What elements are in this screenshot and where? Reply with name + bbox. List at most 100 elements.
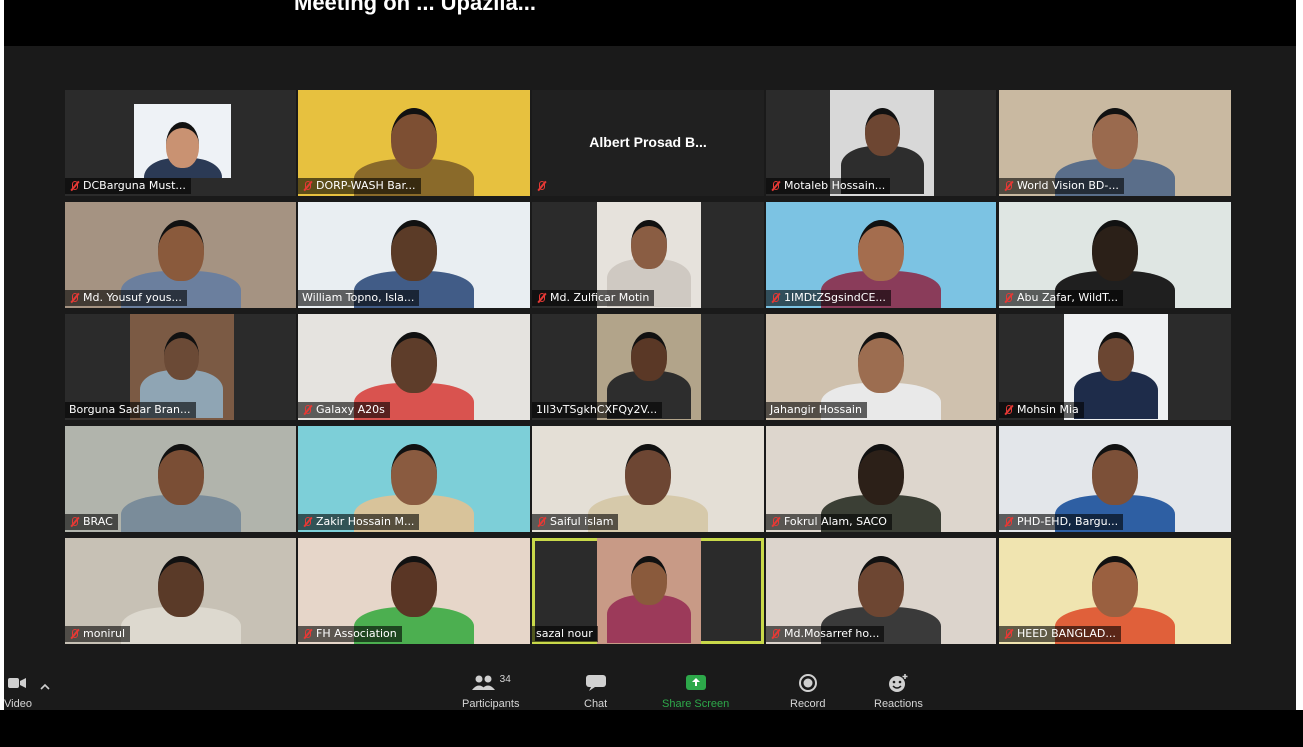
participant-tile[interactable]: Md.Mosarref ho... (766, 538, 996, 644)
participant-tile[interactable]: World Vision BD-... (999, 90, 1231, 196)
participant-tile[interactable]: Albert Prosad B... (532, 90, 764, 196)
mic-muted-icon (770, 628, 780, 640)
chat-button[interactable]: Chat (584, 673, 607, 710)
participant-tile[interactable]: FH Association (298, 538, 530, 644)
person-head (1092, 556, 1138, 618)
participant-name-tag: 1IMDtZSgsindCE... (766, 290, 891, 306)
participant-name-tag: monirul (65, 626, 131, 642)
participant-name-tag: Jahangir Hossain (766, 402, 867, 418)
participant-name: Saiful islam (550, 515, 614, 528)
bottom-black-bar (0, 710, 1303, 747)
record-icon (798, 673, 818, 693)
participant-tile[interactable]: William Topno, Isla... (298, 202, 530, 308)
person-head (157, 444, 204, 506)
participant-tile[interactable]: Borguna Sadar Bran... (65, 314, 296, 420)
person-head (858, 444, 904, 506)
mic-muted-icon (1003, 628, 1013, 640)
participant-name: PHD-EHD, Bargu... (1017, 515, 1119, 528)
participant-tile[interactable]: Md. Zulficar Motin (532, 202, 764, 308)
reactions-button[interactable]: Reactions (874, 673, 923, 710)
mic-muted-icon (302, 628, 312, 640)
participant-name: sazal nour (536, 627, 593, 640)
smiley-plus-icon (887, 673, 909, 693)
person-head (391, 332, 437, 394)
participant-name-tag: HEED BANGLAD... (999, 626, 1121, 642)
participant-name: Motaleb Hossain... (784, 179, 886, 192)
participant-tile[interactable]: DCBarguna Must... (65, 90, 296, 196)
participant-tile[interactable]: sazal nour (532, 538, 764, 644)
participant-tile[interactable]: Mohsin Mia (999, 314, 1231, 420)
record-button[interactable]: Record (790, 673, 825, 710)
video-camera-icon (7, 673, 28, 693)
participant-name: Borguna Sadar Bran... (69, 403, 191, 416)
participant-tile[interactable]: Zakir Hossain M... (298, 426, 530, 532)
participant-name-tag: Galaxy A20s (298, 402, 390, 418)
chat-bubble-icon (585, 673, 607, 693)
participant-tile[interactable]: DORP-WASH Bar... (298, 90, 530, 196)
participant-tile[interactable]: HEED BANGLAD... (999, 538, 1231, 644)
person-head (858, 220, 904, 282)
person-head (1092, 444, 1138, 506)
participant-tile[interactable]: Motaleb Hossain... (766, 90, 996, 196)
participant-name-tag: William Topno, Isla... (298, 290, 420, 306)
person-head (391, 108, 437, 170)
participant-name: HEED BANGLAD... (1017, 627, 1116, 640)
mic-muted-icon (1003, 404, 1013, 416)
participant-name: Md. Yousuf yous... (83, 291, 182, 304)
person-head (858, 332, 904, 394)
participant-name: BRAC (83, 515, 113, 528)
mic-muted-icon (302, 404, 312, 416)
person-head (858, 556, 904, 618)
participant-name: Abu Zafar, WildT... (1017, 291, 1119, 304)
video-options-chevron[interactable] (40, 677, 50, 697)
participant-name: 1IMDtZSgsindCE... (784, 291, 886, 304)
participant-name-tag: Fokrul Alam, SACO (766, 514, 892, 530)
video-label: Video (4, 698, 32, 710)
participants-button[interactable]: 34 Participants (462, 673, 520, 711)
participant-tile[interactable]: Saiful islam (532, 426, 764, 532)
chevron-up-icon (40, 677, 50, 697)
participant-tile[interactable]: Galaxy A20s (298, 314, 530, 420)
participant-tile[interactable]: monirul (65, 538, 296, 644)
participants-label: Participants (462, 698, 520, 710)
participant-tile[interactable]: Fokrul Alam, SACO (766, 426, 996, 532)
share-screen-icon (685, 673, 707, 693)
participants-icon: 34 (471, 673, 511, 693)
participant-tile[interactable]: PHD-EHD, Bargu... (999, 426, 1231, 532)
participant-name: Md. Zulficar Motin (550, 291, 650, 304)
share-screen-label: Share Screen (662, 698, 730, 710)
participant-name-tag (532, 178, 551, 194)
participant-display-name: Albert Prosad B... (589, 134, 707, 150)
participant-tile[interactable]: 1IMDtZSgsindCE... (766, 202, 996, 308)
participant-tile[interactable]: Abu Zafar, WildT... (999, 202, 1231, 308)
participant-tile[interactable]: Jahangir Hossain (766, 314, 996, 420)
participant-name-tag: Md. Yousuf yous... (65, 290, 187, 306)
share-screen-button[interactable]: Share Screen (662, 673, 729, 710)
participant-name-tag: Zakir Hossain M... (298, 514, 420, 530)
mic-muted-icon (1003, 292, 1013, 304)
participant-name-tag: Md.Mosarref ho... (766, 626, 885, 642)
video-button[interactable]: Video (4, 673, 32, 710)
participant-name-tag: DORP-WASH Bar... (298, 178, 421, 194)
mic-muted-icon (69, 292, 79, 304)
participant-name-tag: Mohsin Mia (999, 402, 1084, 418)
participant-name-tag: sazal nour (532, 626, 598, 642)
participant-tile[interactable]: 1Il3vTSgkhCXFQy2V... (532, 314, 764, 420)
participant-name: DORP-WASH Bar... (316, 179, 416, 192)
person-head (631, 220, 667, 269)
participant-name-tag: PHD-EHD, Bargu... (999, 514, 1124, 530)
mic-muted-icon (536, 180, 546, 192)
mic-muted-icon (69, 628, 79, 640)
person-head (625, 444, 671, 506)
participant-name-tag: 1Il3vTSgkhCXFQy2V... (532, 402, 663, 418)
mic-muted-icon (770, 180, 780, 192)
record-label: Record (790, 698, 826, 710)
title-banner: Meeting on ... Upazila... (4, 0, 1296, 46)
mic-muted-icon (536, 516, 546, 528)
participant-tile[interactable]: Md. Yousuf yous... (65, 202, 296, 308)
participant-name-tag: BRAC (65, 514, 118, 530)
participant-name: Galaxy A20s (316, 403, 385, 416)
participant-tile[interactable]: BRAC (65, 426, 296, 532)
participants-count: 34 (499, 673, 511, 685)
participant-name: FH Association (316, 627, 397, 640)
